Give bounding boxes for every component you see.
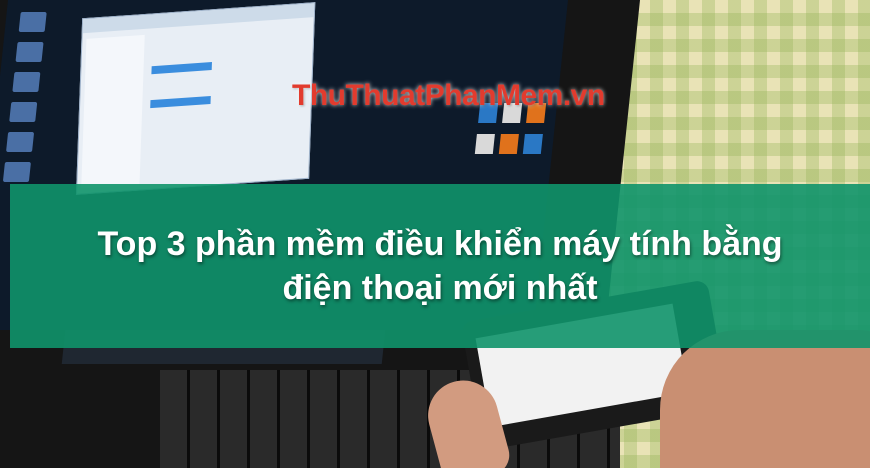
desktop-icons [0, 6, 73, 192]
headline-line-2: điện thoại mới nhất [282, 269, 598, 307]
desktop-icon [15, 42, 44, 62]
desktop-icon [2, 162, 31, 182]
logo-text: ThuThuatPhanMem.vn [292, 79, 605, 112]
desktop-icon [9, 102, 38, 122]
explorer-nav-pane [81, 34, 145, 189]
drive-bar [150, 95, 211, 109]
app-icon [474, 134, 495, 154]
app-icon [522, 134, 543, 154]
headline: Top 3 phần mềm điều khiển máy tính bằng … [10, 184, 870, 348]
desktop-icon [18, 12, 47, 32]
site-logo: ThuThuatPhanMem.vn [292, 78, 605, 114]
hand [660, 330, 870, 468]
desktop-icon [12, 72, 41, 92]
thumbnail-image: ThuThuatPhanMem.vn Top 3 phần mềm điều k… [0, 0, 870, 468]
explorer-toolbar [82, 3, 315, 34]
drive-bar [151, 62, 212, 75]
desktop-icon [6, 132, 35, 152]
app-icon [498, 134, 519, 154]
file-explorer-window [75, 2, 316, 195]
headline-line-1: Top 3 phần mềm điều khiển máy tính bằng [97, 225, 783, 263]
